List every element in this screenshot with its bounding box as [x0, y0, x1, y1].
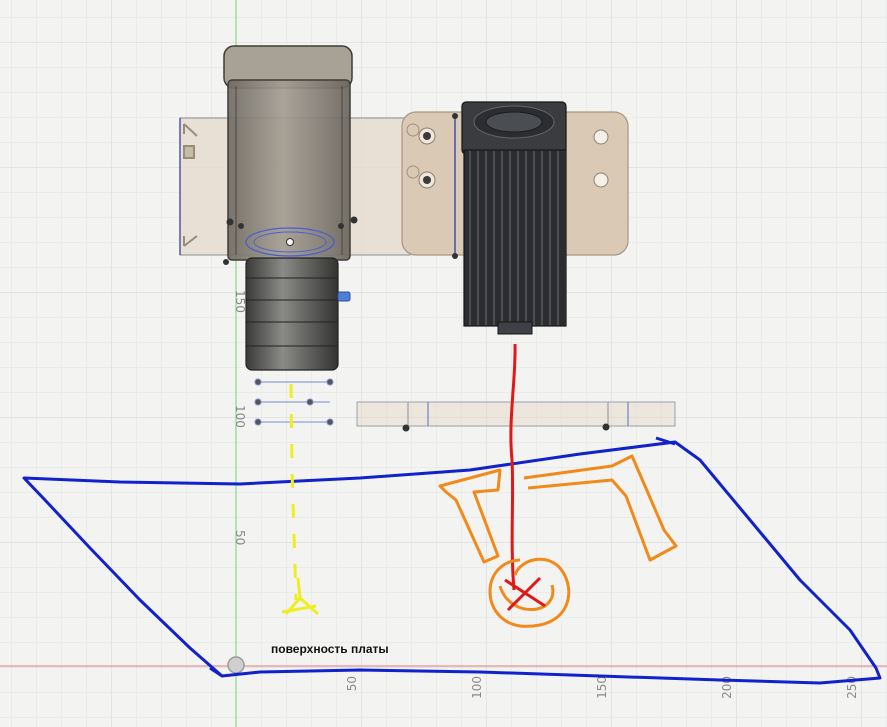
camera-housing-body[interactable] — [227, 79, 351, 261]
x-tick-100: 100 — [470, 676, 484, 699]
origin-marker — [227, 656, 245, 674]
mount-hole — [593, 129, 609, 145]
lens-screw-icon — [337, 291, 351, 302]
mount-hole — [593, 172, 609, 188]
cad-viewport[interactable]: 50 100 150 200 250 150 100 50 поверхност… — [0, 0, 887, 727]
camera-lens-barrel[interactable] — [245, 257, 339, 371]
y-tick-50: 50 — [233, 530, 247, 545]
sketch-plate-profile[interactable] — [356, 401, 676, 427]
laser-heatsink[interactable] — [463, 149, 567, 327]
x-tick-50: 50 — [345, 676, 359, 691]
grid-major — [0, 0, 887, 727]
y-tick-100: 100 — [233, 405, 247, 428]
laser-nozzle — [497, 321, 533, 335]
x-tick-150: 150 — [595, 676, 609, 699]
board-surface-label: поверхность платы — [271, 642, 389, 656]
y-tick-150: 150 — [233, 290, 247, 313]
